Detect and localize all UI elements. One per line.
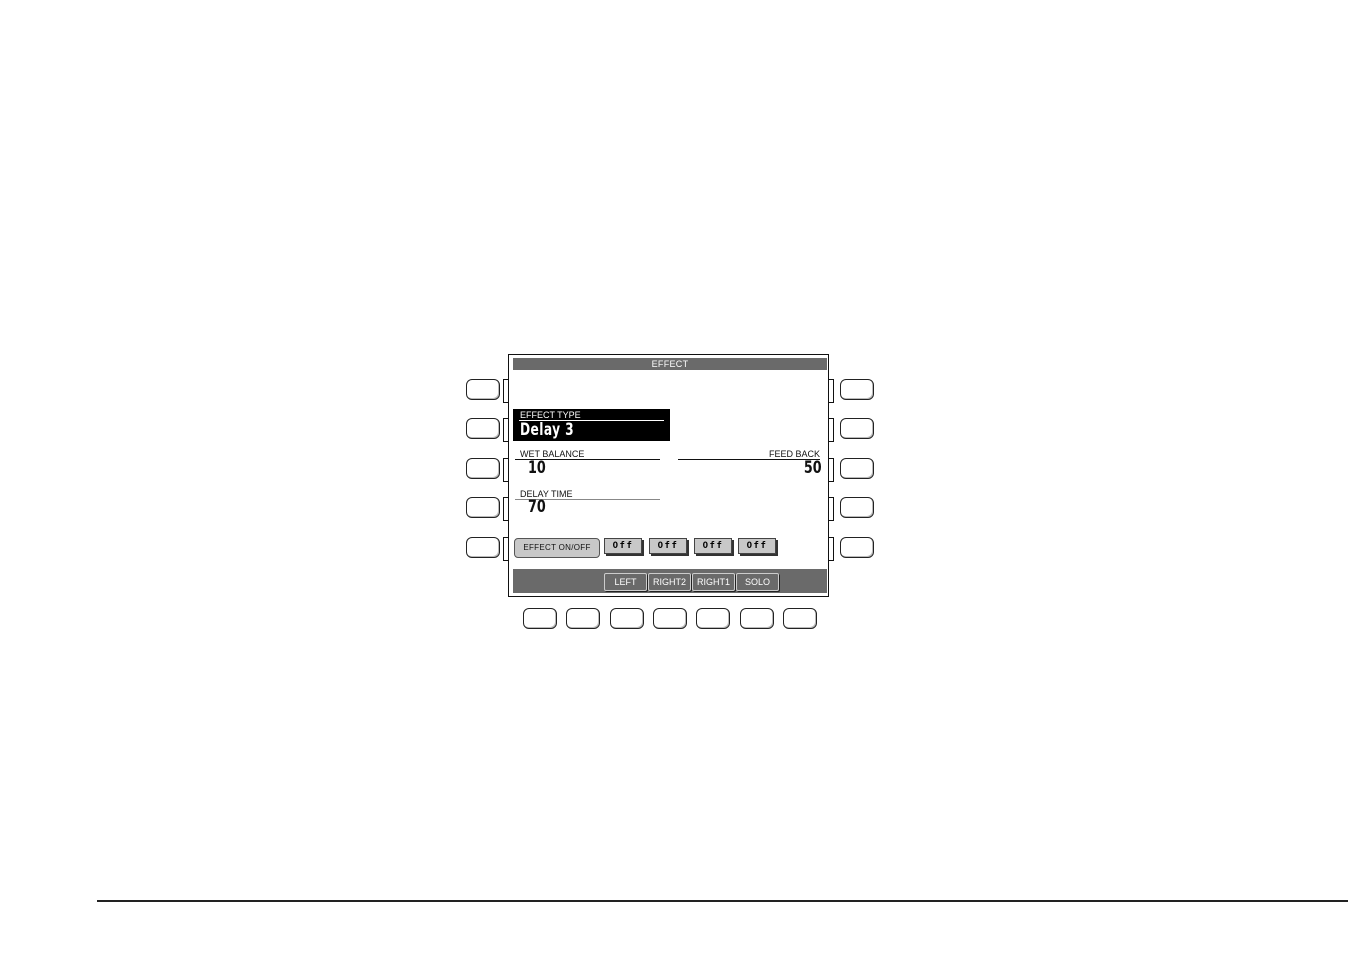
screen-notch xyxy=(503,379,508,403)
screen-notch xyxy=(829,418,834,442)
left-button-3[interactable] xyxy=(466,458,500,479)
wet-balance-value[interactable]: 10 xyxy=(528,458,546,478)
screen-notch xyxy=(829,537,834,561)
bottom-button-6[interactable] xyxy=(740,608,774,629)
tab-right1[interactable]: RIGHT1 xyxy=(692,573,735,591)
bottom-button-5[interactable] xyxy=(696,608,730,629)
left-button-2[interactable] xyxy=(466,418,500,439)
bottom-button-2[interactable] xyxy=(566,608,600,629)
left-part-state[interactable]: Off xyxy=(604,538,642,554)
lcd-screen: EFFECT EFFECT TYPE Delay 3 WET BALANCE 1… xyxy=(503,354,834,597)
right1-part-state[interactable]: Off xyxy=(694,538,732,554)
delay-time-value[interactable]: 70 xyxy=(528,497,546,517)
screen-notch xyxy=(503,458,508,482)
feed-back-value[interactable]: 50 xyxy=(804,458,822,478)
right2-part-state[interactable]: Off xyxy=(649,538,687,554)
bottom-button-7[interactable] xyxy=(783,608,817,629)
screen-notch xyxy=(503,537,508,561)
left-button-4[interactable] xyxy=(466,497,500,518)
tab-right2[interactable]: RIGHT2 xyxy=(648,573,691,591)
right-button-3[interactable] xyxy=(840,458,874,479)
effect-onoff-button[interactable]: EFFECT ON/OFF xyxy=(514,538,600,558)
footer-divider xyxy=(97,900,1348,902)
bottom-button-3[interactable] xyxy=(610,608,644,629)
effect-type-selector[interactable]: EFFECT TYPE Delay 3 xyxy=(513,409,670,441)
screen-notch xyxy=(829,458,834,482)
effect-type-value: Delay 3 xyxy=(520,420,575,440)
screen-notch xyxy=(503,418,508,442)
part-tab-bar: LEFT RIGHT2 RIGHT1 SOLO xyxy=(513,569,827,593)
solo-part-state[interactable]: Off xyxy=(738,538,776,554)
bottom-button-4[interactable] xyxy=(653,608,687,629)
left-button-5[interactable] xyxy=(466,537,500,558)
divider xyxy=(678,459,820,460)
screen-title: EFFECT xyxy=(513,358,827,370)
effect-type-label: EFFECT TYPE xyxy=(520,410,581,420)
right-button-5[interactable] xyxy=(840,537,874,558)
right-button-1[interactable] xyxy=(840,379,874,400)
screen-notch xyxy=(829,379,834,403)
left-button-1[interactable] xyxy=(466,379,500,400)
screen-notch xyxy=(503,497,508,521)
tab-solo[interactable]: SOLO xyxy=(736,573,779,591)
bottom-button-1[interactable] xyxy=(523,608,557,629)
right-button-2[interactable] xyxy=(840,418,874,439)
tab-left[interactable]: LEFT xyxy=(604,573,647,591)
right-button-4[interactable] xyxy=(840,497,874,518)
screen-notch xyxy=(829,497,834,521)
